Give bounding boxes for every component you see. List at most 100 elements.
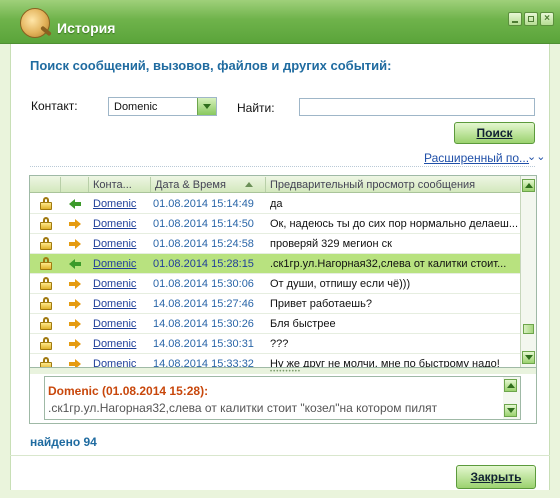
history-table: Конта... Дата & Время Предварительный пр… (29, 175, 537, 368)
preview-header: Domenic (01.08.2014 15:28): (48, 384, 209, 398)
scroll-down-button[interactable] (522, 351, 535, 364)
maximize-icon (528, 16, 534, 22)
row-contact-link[interactable]: Domenic (93, 298, 151, 310)
arrow-right-orange-icon (69, 319, 81, 329)
row-datetime: 14.08.2014 15:30:26 (153, 318, 254, 330)
table-header: Конта... Дата & Время Предварительный пр… (30, 176, 520, 193)
sort-ascending-icon (245, 182, 253, 187)
advanced-search-link[interactable]: Расширенный по... (424, 151, 529, 165)
row-datetime: 01.08.2014 15:14:50 (153, 218, 254, 230)
search-button[interactable]: Поиск (454, 122, 535, 144)
row-message-preview: От души, отпишу если чё))) (270, 278, 411, 290)
row-message-preview: да (270, 198, 283, 210)
arrow-right-orange-icon (69, 239, 81, 249)
column-header-datetime[interactable]: Дата & Время (155, 179, 226, 191)
table-row[interactable]: Domenic 01.08.2014 15:28:15 .ск1гр.ул.Наго… (30, 254, 520, 274)
table-rows: Domenic 01.08.2014 15:14:49 да Domenic 01.08… (30, 194, 520, 368)
row-message-preview: Привет работаешь? (270, 298, 372, 310)
minimize-icon (512, 21, 518, 23)
chevron-down-icon[interactable] (197, 98, 216, 115)
lock-icon (40, 357, 52, 367)
column-divider (60, 177, 61, 192)
column-header-contact[interactable]: Конта... (93, 179, 132, 191)
maximize-button[interactable] (524, 12, 538, 26)
message-preview: Domenic (01.08.2014 15:28): .ск1гр.ул.На… (44, 376, 521, 420)
row-message-preview: Ок, надеюсь ты до сих пор нормально дела… (270, 218, 518, 230)
row-contact-link[interactable]: Domenic (93, 338, 151, 350)
table-row[interactable]: Domenic 01.08.2014 15:30:06 От души, отпиш… (30, 274, 520, 294)
table-row[interactable]: Domenic 14.08.2014 15:27:46 Привет работае… (30, 294, 520, 314)
close-button[interactable]: Закрыть (456, 465, 536, 489)
contact-select-value: Domenic (114, 101, 158, 113)
results-count: найдено 94 (30, 435, 97, 449)
row-datetime: 01.08.2014 15:28:15 (153, 258, 254, 270)
lock-icon (40, 257, 52, 270)
lock-icon (40, 237, 52, 250)
search-input[interactable] (299, 98, 535, 116)
row-datetime: 14.08.2014 15:30:31 (153, 338, 254, 350)
lock-icon (40, 277, 52, 290)
arrow-right-orange-icon (69, 219, 81, 229)
lock-icon (40, 317, 52, 330)
column-divider[interactable] (150, 177, 151, 192)
preview-scrollbar[interactable] (503, 377, 520, 419)
row-contact-link[interactable]: Domenic (93, 258, 151, 270)
row-datetime: 01.08.2014 15:24:58 (153, 238, 254, 250)
preview-scroll-up-button[interactable] (504, 379, 517, 392)
table-row[interactable]: Domenic 01.08.2014 15:14:50 Ок, надеюсь ты… (30, 214, 520, 234)
column-header-preview[interactable]: Предварительный просмотр сообщения (270, 179, 475, 191)
row-message-preview: .ск1гр.ул.Нагорная32,слева от калитки ст… (270, 258, 507, 270)
row-datetime: 14.08.2014 15:27:46 (153, 298, 254, 310)
arrow-left-green-icon (69, 199, 81, 209)
close-window-button[interactable]: × (540, 12, 554, 26)
title-bar: История × (0, 0, 560, 44)
arrow-right-orange-icon (69, 359, 81, 367)
double-chevron-down-icon[interactable]: ⌄⌄ (527, 150, 545, 163)
row-message-preview: проверяй 329 мегион ск (270, 238, 392, 250)
row-contact-link[interactable]: Domenic (93, 198, 151, 210)
row-contact-link[interactable]: Domenic (93, 238, 151, 250)
scroll-thumb[interactable] (523, 324, 534, 334)
column-divider (88, 177, 89, 192)
preview-scroll-down-button[interactable] (504, 404, 517, 417)
arrow-right-orange-icon (69, 279, 81, 289)
contact-select[interactable]: Domenic (108, 97, 217, 116)
lock-icon (40, 217, 52, 230)
divider (30, 166, 535, 167)
table-row[interactable]: Domenic 01.08.2014 15:14:49 да (30, 194, 520, 214)
lock-icon (40, 337, 52, 350)
history-magnifier-icon (20, 8, 50, 38)
minimize-button[interactable] (508, 12, 522, 26)
row-datetime: 14.08.2014 15:33:32 (153, 358, 254, 368)
row-message-preview: ??? (270, 338, 289, 350)
row-datetime: 01.08.2014 15:14:49 (153, 198, 254, 210)
preview-text: .ск1гр.ул.Нагорная32,слева от калитки ст… (48, 401, 438, 415)
window-title: История (57, 20, 116, 36)
row-message-preview: Бля быстрее (270, 318, 336, 330)
lock-icon (40, 297, 52, 310)
column-divider[interactable] (265, 177, 266, 192)
row-contact-link[interactable]: Domenic (93, 218, 151, 230)
arrow-left-green-icon (69, 259, 81, 269)
close-icon: × (544, 13, 550, 24)
table-row[interactable]: Domenic 14.08.2014 15:33:32 Ну же друг не … (30, 354, 520, 368)
arrow-right-orange-icon (69, 339, 81, 349)
divider (10, 455, 550, 456)
row-contact-link[interactable]: Domenic (93, 278, 151, 290)
table-row[interactable]: Domenic 14.08.2014 15:30:26 Бля быстрее (30, 314, 520, 334)
table-row[interactable]: Domenic 01.08.2014 15:24:58 проверяй 329 м… (30, 234, 520, 254)
close-button-label: Закрыть (470, 470, 522, 484)
lock-icon (40, 197, 52, 210)
page-heading: Поиск сообщений, вызовов, файлов и други… (30, 58, 392, 73)
search-button-label: Поиск (476, 126, 513, 140)
contact-label: Контакт: (31, 99, 78, 113)
table-row[interactable]: Domenic 14.08.2014 15:30:31??? (30, 334, 520, 354)
row-contact-link[interactable]: Domenic (93, 318, 151, 330)
row-contact-link[interactable]: Domenic (93, 358, 151, 367)
find-label: Найти: (237, 101, 275, 115)
scroll-up-button[interactable] (522, 179, 535, 192)
table-scrollbar[interactable] (520, 176, 536, 367)
arrow-right-orange-icon (69, 299, 81, 309)
row-datetime: 01.08.2014 15:30:06 (153, 278, 254, 290)
row-message-preview: Ну же друг не молчи, мне по быстрому над… (270, 358, 500, 368)
